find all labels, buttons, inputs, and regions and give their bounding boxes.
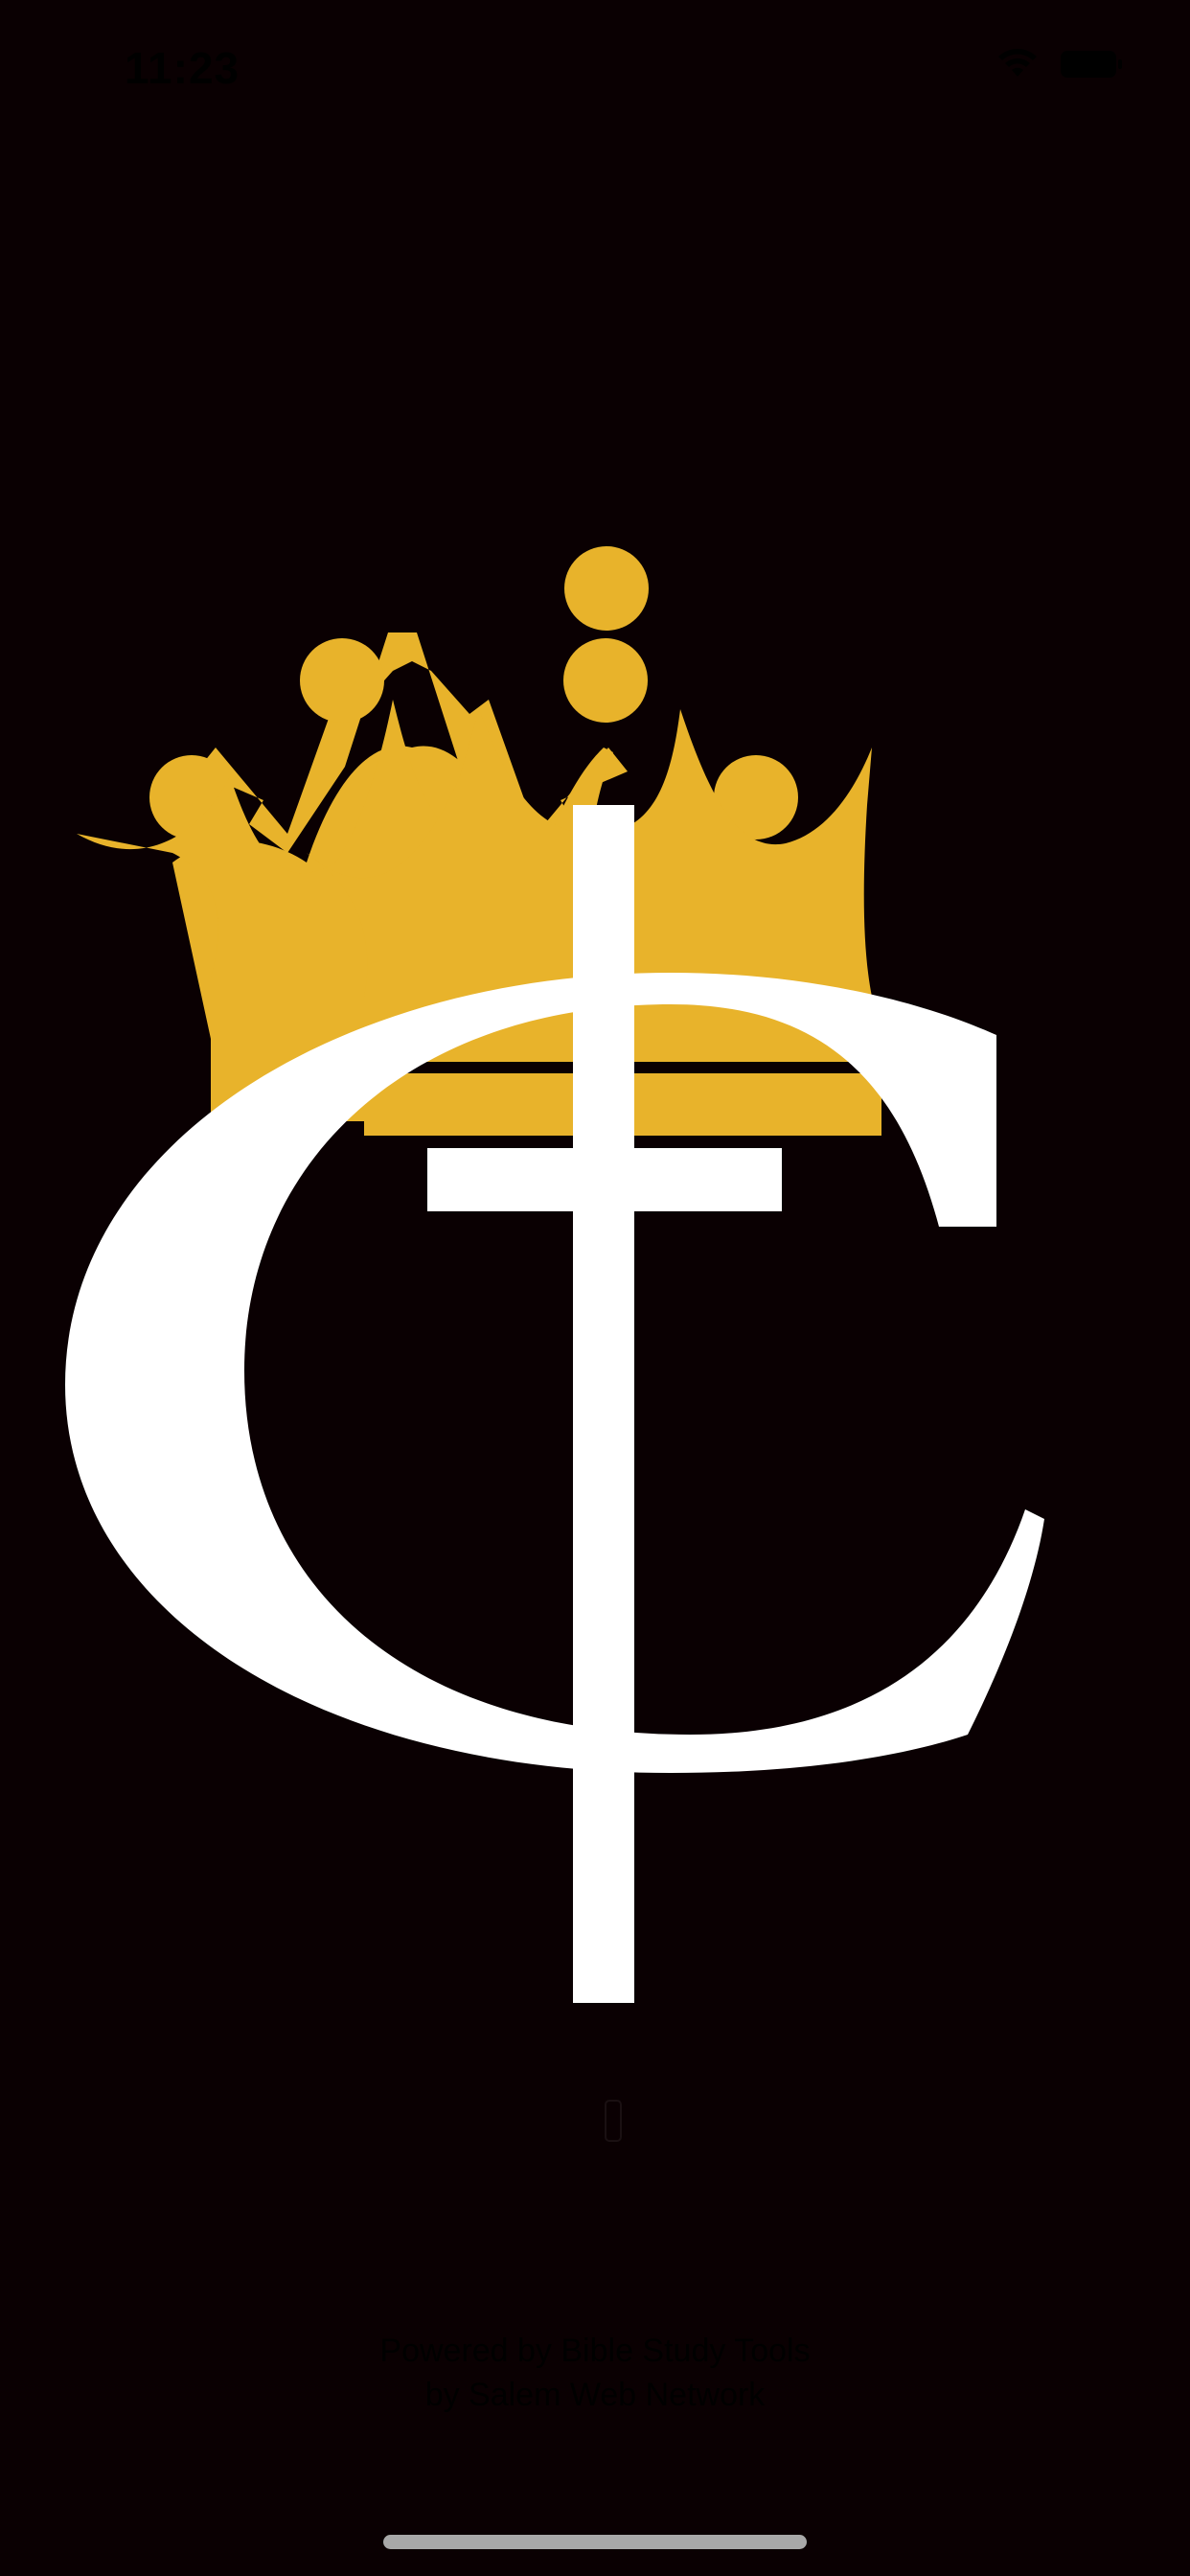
battery-icon [1060, 49, 1123, 80]
home-indicator[interactable] [383, 2535, 807, 2549]
wifi-icon [996, 48, 1039, 80]
footer: Powered by Bible Study Tools by Salem We… [0, 2329, 1190, 2417]
crown-cross-c-logo [65, 546, 1044, 2003]
status-time: 11:23 [125, 43, 240, 93]
footer-network: by Salem Web Network [424, 2377, 766, 2413]
status-bar: 11:23 [0, 0, 1190, 126]
splash-screen: 11:23 Powered by Bible Study Tools by Sa… [0, 0, 1190, 2576]
footer-powered-by: Powered by Bible Study Tools [379, 2333, 811, 2369]
status-icons [996, 48, 1123, 80]
loading-indicator-icon [596, 2097, 630, 2145]
app-logo [57, 546, 1054, 2012]
crown-icon [77, 546, 881, 1136]
